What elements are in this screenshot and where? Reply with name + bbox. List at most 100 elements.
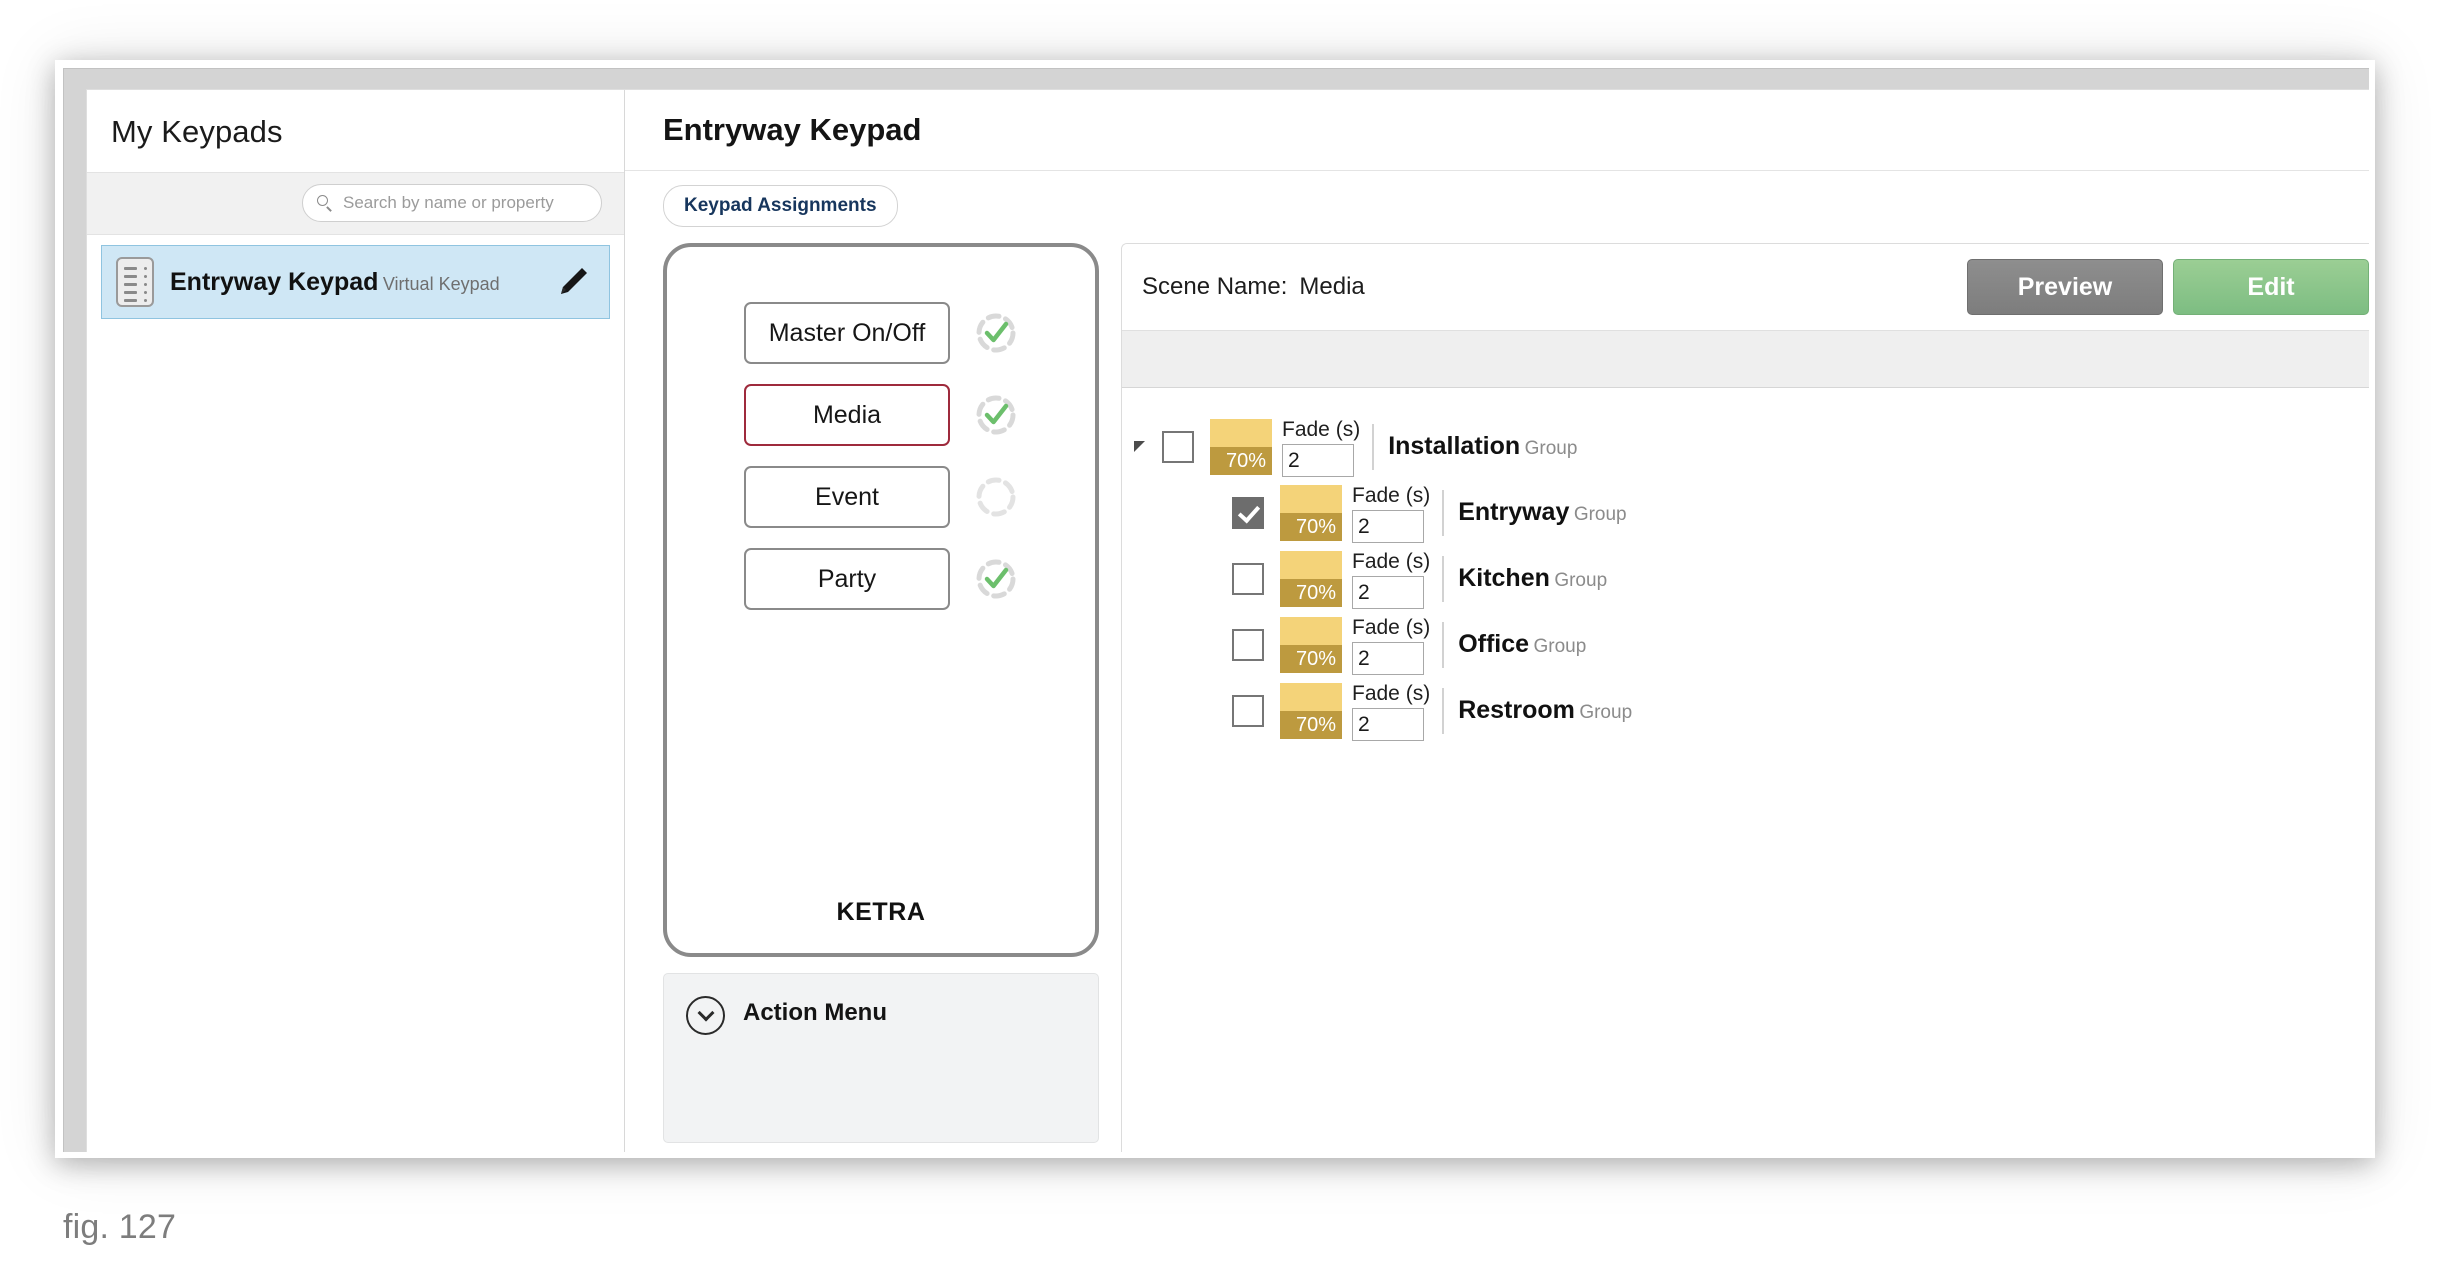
assignment-tree: 70% Fade (s) 2 Installation Group 70% Fa…: [1122, 388, 2369, 1152]
scene-panel: Scene Name: Media Preview Edit 70% Fade …: [1121, 243, 2369, 1152]
row-name: Entryway: [1458, 498, 1570, 527]
edit-button[interactable]: Edit: [2173, 259, 2369, 315]
sidebar-item-entryway-keypad[interactable]: Entryway Keypad Virtual Keypad: [101, 245, 610, 319]
row-type: Group: [1554, 570, 1608, 592]
level-percent: 70%: [1210, 447, 1272, 475]
status-check-icon: [974, 393, 1018, 437]
row-checkbox[interactable]: [1232, 695, 1264, 727]
status-check-icon: [974, 557, 1018, 601]
tab-bar: Keypad Assignments: [625, 171, 2369, 243]
fade-input[interactable]: 2: [1352, 707, 1424, 741]
expand-triangle-placeholder: [1200, 700, 1222, 722]
scene-header: Scene Name: Media Preview Edit: [1122, 244, 2369, 330]
figure-page: My Keypads Search by name or property En…: [0, 0, 2446, 1288]
row-labels: Restroom Group: [1458, 696, 1632, 726]
expand-triangle-placeholder: [1200, 568, 1222, 590]
level-percent: 70%: [1280, 711, 1342, 739]
level-swatch[interactable]: 70%: [1280, 617, 1342, 673]
row-labels: Installation Group: [1388, 432, 1577, 462]
row-checkbox[interactable]: [1162, 431, 1194, 463]
row-labels: Entryway Group: [1458, 498, 1626, 528]
row-type: Group: [1524, 438, 1578, 460]
row-type: Group: [1579, 702, 1633, 724]
row-type: Group: [1573, 504, 1627, 526]
table-row[interactable]: 70% Fade (s) 2 Office Group: [1192, 612, 2369, 678]
fade-input[interactable]: 2: [1352, 641, 1424, 675]
edit-pencil-icon[interactable]: [555, 264, 591, 300]
fade-control: Fade (s) 2: [1352, 484, 1430, 543]
sidebar-item-text: Entryway Keypad Virtual Keypad: [170, 267, 539, 298]
keypad-icon: [116, 257, 154, 307]
fade-input[interactable]: 2: [1352, 575, 1424, 609]
level-swatch[interactable]: 70%: [1280, 485, 1342, 541]
level-swatch[interactable]: 70%: [1280, 683, 1342, 739]
device-column: Master On/Off Media Event Party KETRA Ac…: [663, 243, 1099, 1152]
search-bar: Search by name or property: [87, 172, 624, 235]
row-divider: [1442, 622, 1445, 668]
table-row[interactable]: 70% Fade (s) 2 Entryway Group: [1192, 480, 2369, 546]
fade-label: Fade (s): [1282, 417, 1361, 441]
keypad-button-master-on-off[interactable]: Master On/Off: [744, 302, 950, 364]
search-icon: [317, 194, 334, 212]
keypad-button-row: Party: [744, 548, 1018, 610]
keypad-button-row: Media: [744, 384, 1018, 446]
level-swatch[interactable]: 70%: [1210, 419, 1272, 475]
expand-triangle-placeholder: [1200, 502, 1222, 524]
keypad-button-media[interactable]: Media: [744, 384, 950, 446]
figure-caption: fig. 127: [63, 1208, 177, 1246]
row-type: Group: [1533, 636, 1587, 658]
row-labels: Office Group: [1458, 630, 1586, 660]
expand-triangle-placeholder: [1200, 634, 1222, 656]
fade-input[interactable]: 2: [1352, 509, 1424, 543]
window-client-area: My Keypads Search by name or property En…: [86, 89, 2369, 1152]
sidebar-item-label: Entryway Keypad: [170, 267, 379, 296]
page-title: Entryway Keypad: [625, 90, 2369, 171]
scene-name-value: Media: [1299, 273, 1365, 300]
row-divider: [1442, 556, 1445, 602]
scene-toolbar-band: [1122, 330, 2369, 388]
row-checkbox[interactable]: [1232, 563, 1264, 595]
search-placeholder: Search by name or property: [343, 193, 554, 212]
sidebar-title: My Keypads: [87, 90, 624, 172]
fade-control: Fade (s) 2: [1282, 418, 1360, 477]
tab-keypad-assignments[interactable]: Keypad Assignments: [663, 185, 898, 227]
fade-label: Fade (s): [1352, 549, 1431, 573]
status-empty-icon: [974, 475, 1018, 519]
status-check-icon: [974, 311, 1018, 355]
keypad-button-row: Event: [744, 466, 1018, 528]
row-divider: [1372, 424, 1375, 470]
virtual-keypad-device: Master On/Off Media Event Party KETRA: [663, 243, 1099, 957]
scene-actions: Preview Edit: [1967, 259, 2369, 315]
fade-control: Fade (s) 2: [1352, 550, 1430, 609]
work-area: Master On/Off Media Event Party KETRA Ac…: [625, 243, 2369, 1152]
application-window: My Keypads Search by name or property En…: [63, 68, 2369, 1152]
search-input[interactable]: Search by name or property: [302, 184, 602, 222]
table-row[interactable]: 70% Fade (s) 2 Installation Group: [1122, 414, 2369, 480]
row-name: Installation: [1388, 432, 1521, 461]
action-menu-panel[interactable]: Action Menu: [663, 973, 1099, 1143]
row-name: Restroom: [1458, 696, 1575, 725]
level-percent: 70%: [1280, 513, 1342, 541]
fade-input[interactable]: 2: [1282, 443, 1354, 477]
chevron-down-icon[interactable]: [686, 996, 725, 1035]
keypad-button-party[interactable]: Party: [744, 548, 950, 610]
table-row[interactable]: 70% Fade (s) 2 Restroom Group: [1192, 678, 2369, 744]
fade-label: Fade (s): [1352, 483, 1431, 507]
fade-control: Fade (s) 2: [1352, 616, 1430, 675]
keypad-button-event[interactable]: Event: [744, 466, 950, 528]
row-name: Kitchen: [1458, 564, 1550, 593]
action-menu-label: Action Menu: [743, 999, 887, 1026]
level-percent: 70%: [1280, 645, 1342, 673]
row-labels: Kitchen Group: [1458, 564, 1607, 594]
row-name: Office: [1458, 630, 1530, 659]
row-checkbox[interactable]: [1232, 497, 1264, 529]
expand-triangle-icon[interactable]: [1130, 436, 1152, 458]
sidebar: My Keypads Search by name or property En…: [87, 90, 625, 1152]
table-row[interactable]: 70% Fade (s) 2 Kitchen Group: [1192, 546, 2369, 612]
preview-button[interactable]: Preview: [1967, 259, 2163, 315]
row-checkbox[interactable]: [1232, 629, 1264, 661]
level-swatch[interactable]: 70%: [1280, 551, 1342, 607]
scene-name-label: Scene Name:: [1142, 273, 1288, 300]
fade-label: Fade (s): [1352, 615, 1431, 639]
row-divider: [1442, 688, 1445, 734]
